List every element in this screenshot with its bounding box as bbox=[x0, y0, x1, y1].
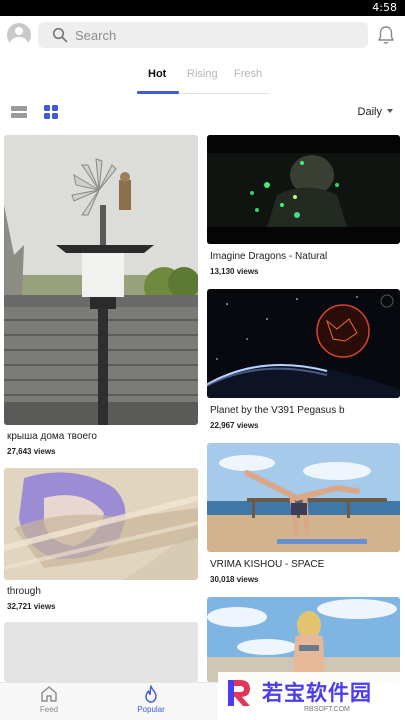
video-card[interactable] bbox=[4, 622, 198, 682]
video-thumbnail[interactable] bbox=[207, 135, 400, 244]
tab-hot[interactable]: Hot bbox=[148, 68, 166, 80]
grid-view-icon[interactable] bbox=[44, 105, 58, 119]
bell-icon[interactable] bbox=[376, 24, 396, 46]
list-view-icon[interactable] bbox=[11, 105, 27, 119]
top-bar: Search bbox=[0, 16, 405, 58]
video-card[interactable]: Planet by the V391 Pegasus b 22,967 view… bbox=[207, 289, 400, 434]
video-card[interactable]: крыша дома твоего 27,643 views bbox=[4, 135, 198, 460]
video-title: крыша дома твоего bbox=[7, 431, 97, 442]
video-card[interactable]: Imagine Dragons - Natural 13,130 views bbox=[207, 135, 400, 280]
video-title: VRIMA KISHOU - SPACE bbox=[210, 559, 325, 570]
video-views: 13,130 views bbox=[210, 267, 259, 276]
video-thumbnail[interactable] bbox=[4, 135, 198, 425]
active-tab-indicator bbox=[137, 91, 179, 94]
search-icon bbox=[52, 27, 68, 43]
video-views: 30,018 views bbox=[210, 575, 259, 584]
search-input[interactable]: Search bbox=[38, 22, 368, 48]
avatar[interactable] bbox=[7, 23, 31, 47]
flame-icon bbox=[145, 685, 157, 703]
status-time: 4:58 bbox=[372, 1, 397, 14]
video-views: 32,721 views bbox=[7, 602, 56, 611]
video-views: 22,967 views bbox=[210, 421, 259, 430]
view-options-bar: Daily bbox=[0, 98, 405, 126]
video-thumbnail[interactable] bbox=[207, 597, 400, 682]
category-tabs: Hot Rising Fresh bbox=[0, 58, 405, 94]
video-card[interactable]: VRIMA KISHOU - SPACE 30,018 views bbox=[207, 443, 400, 588]
chevron-down-icon bbox=[387, 109, 393, 113]
search-placeholder: Search bbox=[75, 28, 117, 43]
watermark-text: 若宝软件园 bbox=[262, 681, 372, 705]
tab-rising[interactable]: Rising bbox=[187, 68, 218, 80]
nav-popular[interactable]: Popular bbox=[121, 685, 181, 719]
video-card[interactable]: through 32,721 views bbox=[4, 468, 198, 616]
nav-popular-label: Popular bbox=[137, 705, 165, 714]
nav-feed[interactable]: Feed bbox=[19, 685, 79, 719]
period-label: Daily bbox=[357, 106, 382, 118]
watermark-subtext: RBSOFT.COM bbox=[304, 706, 350, 713]
video-thumbnail[interactable] bbox=[207, 289, 400, 398]
video-card[interactable] bbox=[207, 597, 400, 682]
video-thumbnail[interactable] bbox=[4, 468, 198, 580]
tab-fresh[interactable]: Fresh bbox=[234, 68, 262, 80]
video-thumbnail-placeholder[interactable] bbox=[4, 622, 198, 682]
home-icon bbox=[41, 686, 57, 702]
watermark-logo-icon bbox=[228, 680, 250, 706]
video-title: Imagine Dragons - Natural bbox=[210, 251, 328, 262]
video-title: Planet by the V391 Pegasus b bbox=[210, 405, 345, 416]
watermark-overlay: 若宝软件园 RBSOFT.COM bbox=[218, 672, 405, 720]
video-views: 27,643 views bbox=[7, 447, 56, 456]
nav-feed-label: Feed bbox=[39, 705, 59, 714]
video-thumbnail[interactable] bbox=[207, 443, 400, 552]
video-title: through bbox=[7, 586, 41, 597]
period-dropdown[interactable]: Daily bbox=[358, 106, 393, 118]
status-bar: 4:58 bbox=[0, 0, 405, 16]
